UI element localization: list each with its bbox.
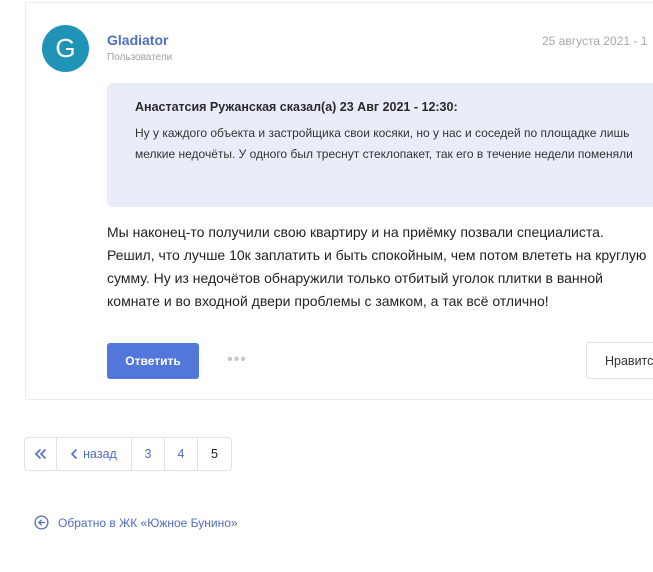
author-name[interactable]: Gladiator	[107, 32, 168, 48]
author-group: Пользователи	[107, 52, 173, 63]
avatar-letter: G	[55, 33, 76, 63]
post-date: 25 августа 2021 - 1	[542, 34, 648, 48]
pagination-page-3[interactable]: 3	[132, 438, 165, 470]
avatar[interactable]: G	[42, 25, 89, 72]
pagination-page-4[interactable]: 4	[165, 438, 198, 470]
pagination: назад 3 4 5	[24, 437, 232, 471]
reply-button[interactable]: Ответить	[107, 343, 199, 379]
pagination-page-current: 5	[211, 447, 218, 461]
chevron-left-icon	[71, 449, 77, 459]
double-chevron-left-icon	[34, 449, 47, 459]
quote-text: Ну у каждого объекта и застройщика свои …	[135, 126, 633, 161]
back-link[interactable]: Обратно в ЖК «Южное Бунино»	[34, 515, 238, 530]
pagination-prev-button[interactable]: назад	[57, 438, 132, 470]
quote-author: Анастатсия Ружанская сказал(а) 23 Авг 20…	[135, 100, 458, 114]
pagination-first-button[interactable]	[25, 438, 57, 470]
like-button[interactable]: Нравится	[586, 342, 653, 379]
quote-block: Анастатсия Ружанская сказал(а) 23 Авг 20…	[107, 83, 653, 207]
arrow-left-circle-icon	[34, 515, 49, 530]
pagination-prev-label: назад	[83, 447, 117, 461]
back-link-label: Обратно в ЖК «Южное Бунино»	[58, 515, 238, 530]
post-message: Мы наконец-то получили свою квартиру и н…	[107, 224, 647, 309]
like-label: Нравится	[605, 353, 653, 368]
more-options-icon[interactable]: •••	[226, 351, 248, 369]
